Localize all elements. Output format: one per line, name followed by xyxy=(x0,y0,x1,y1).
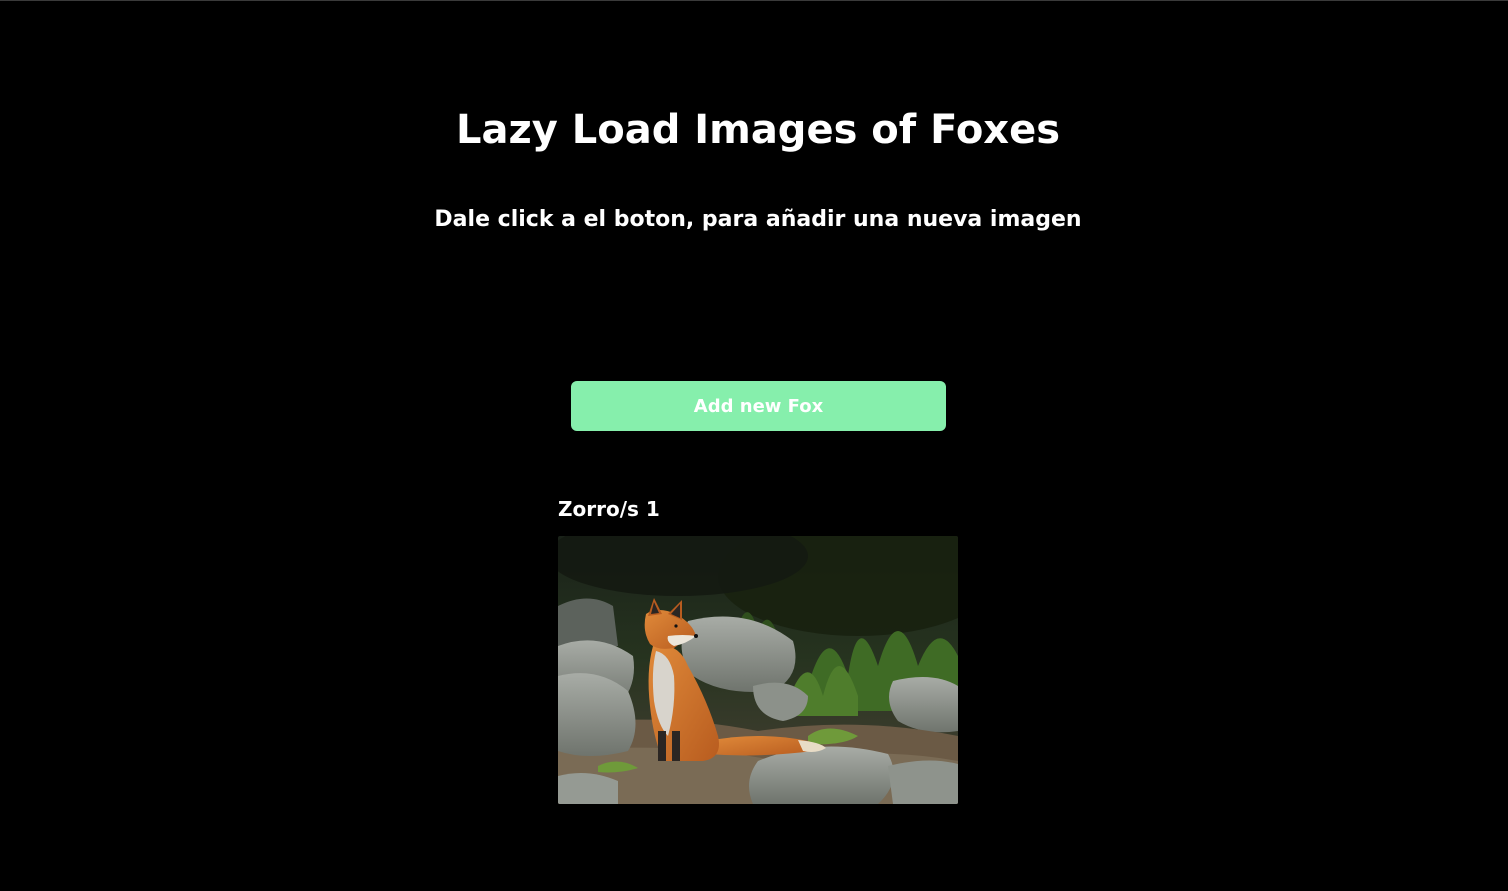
fox-caption: Zorro/s 1 xyxy=(558,497,660,521)
fox-card: Zorro/s 1 xyxy=(558,494,958,804)
add-new-fox-button[interactable]: Add new Fox xyxy=(571,381,946,431)
window-top-border xyxy=(0,0,1508,1)
fox-image xyxy=(558,536,958,804)
page-subtitle: Dale click a el boton, para añadir una n… xyxy=(434,207,1082,232)
page-title: Lazy Load Images of Foxes xyxy=(455,107,1061,153)
fox-photo xyxy=(558,536,958,804)
